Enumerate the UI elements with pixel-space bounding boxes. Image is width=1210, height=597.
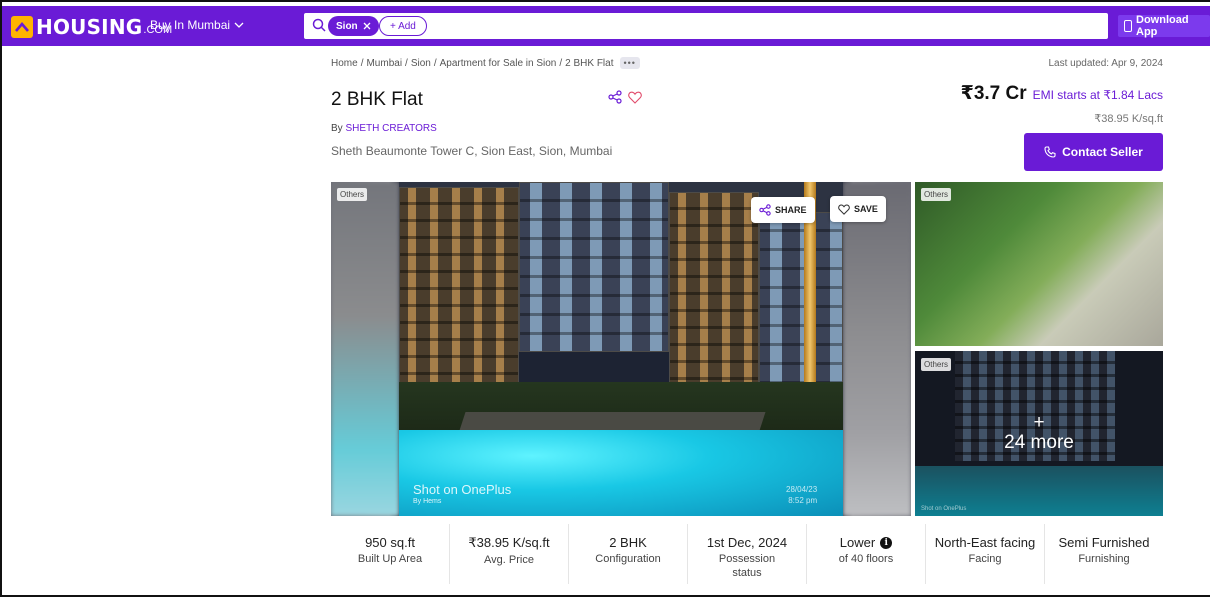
- feature-floor: Lower i of 40 floors: [807, 524, 926, 584]
- download-app-button[interactable]: Download App: [1118, 14, 1210, 38]
- share-photo-button[interactable]: SHARE: [751, 197, 815, 223]
- feature-label: Built Up Area: [357, 553, 423, 565]
- feature-built-up-area: 950 sq.ft Built Up Area: [331, 524, 450, 584]
- logo-text: HOUSING: [36, 15, 143, 39]
- photo-tower-center: [519, 182, 669, 352]
- breadcrumb-separator: /: [360, 57, 364, 69]
- feature-label: of 40 floors: [838, 553, 894, 565]
- price-per-sqft: ₹38.95 K/sq.ft: [1094, 113, 1163, 125]
- title-actions: [608, 90, 642, 104]
- feature-configuration: 2 BHK Configuration: [569, 524, 688, 584]
- last-updated: Last updated: Apr 9, 2024: [1048, 58, 1163, 69]
- main-photo[interactable]: Others SHARE SAVE Shot on OnePlus By Hem…: [331, 182, 911, 516]
- listing-price: ₹3.7 Cr: [960, 83, 1027, 104]
- price-row: ₹3.7 Cr EMI starts at ₹1.84 Lacs: [961, 82, 1163, 105]
- photo-category-tag: Others: [921, 188, 952, 201]
- contact-seller-button[interactable]: Contact Seller: [1024, 133, 1163, 171]
- info-icon[interactable]: i: [880, 536, 893, 549]
- byline-prefix: By: [331, 123, 343, 134]
- feature-facing: North-East facing Facing: [926, 524, 1045, 584]
- breadcrumb-apartments[interactable]: Apartment for Sale in Sion: [440, 58, 557, 69]
- feature-value: 1st Dec, 2024: [706, 535, 788, 550]
- search-chip-sion[interactable]: Sion: [328, 16, 379, 36]
- close-icon[interactable]: [363, 22, 371, 30]
- search-chip-label: Sion: [336, 20, 358, 32]
- photo-watermark: Shot on OnePlus By Hems: [413, 482, 511, 505]
- photo-tower-left: [399, 187, 519, 387]
- more-photos-plus: +: [1033, 412, 1045, 433]
- search-icon: [312, 18, 326, 32]
- feature-value: 950 sq.ft: [365, 535, 415, 550]
- heart-icon[interactable]: [628, 91, 642, 104]
- logo-mark-icon: [11, 16, 33, 38]
- city-selector[interactable]: Buy In Mumbai: [150, 18, 244, 32]
- housing-logo[interactable]: HOUSING .COM: [11, 15, 172, 39]
- feature-value: ₹38.95 K/sq.ft: [468, 535, 550, 550]
- photo-timestamp: 28/04/23 8:52 pm: [786, 484, 817, 506]
- share-icon[interactable]: [608, 90, 622, 104]
- photo-blur-right: [843, 182, 911, 516]
- contact-seller-label: Contact Seller: [1062, 145, 1143, 159]
- more-photos-tile[interactable]: Others + 24 more Shot on OnePlus: [915, 351, 1163, 516]
- feature-label: Avg. Price: [484, 554, 534, 566]
- photo-time: 8:52 pm: [788, 496, 818, 505]
- feature-value: 2 BHK: [609, 535, 647, 550]
- breadcrumb-separator: /: [433, 57, 437, 69]
- photo-watermark-device: Shot on OnePlus: [413, 482, 512, 497]
- feature-label: Possession status: [718, 553, 776, 579]
- feature-value: Semi Furnished: [1058, 535, 1150, 550]
- photo-blur-left: [331, 182, 399, 516]
- breadcrumb: Home / Mumbai / Sion / Apartment for Sal…: [331, 57, 640, 69]
- feature-value-row: Lower i: [807, 535, 925, 550]
- photo-date: 28/04/23: [786, 485, 818, 494]
- side-photo-watermark: Shot on OnePlus: [921, 506, 967, 512]
- more-photos-text: 24 more: [1004, 432, 1074, 453]
- breadcrumb-separator: /: [559, 57, 563, 69]
- add-location-chip[interactable]: + Add: [379, 16, 427, 36]
- download-app-label: Download App: [1136, 14, 1189, 38]
- key-features: 950 sq.ft Built Up Area ₹38.95 K/sq.ft A…: [331, 524, 1163, 584]
- building-pool-photo: [399, 182, 843, 516]
- top-navbar: HOUSING .COM Buy In Mumbai Sion + Add Do…: [2, 6, 1210, 46]
- breadcrumb-separator: /: [405, 57, 408, 69]
- breadcrumb-sion[interactable]: Sion: [411, 58, 431, 69]
- breadcrumb-current: 2 BHK Flat: [565, 57, 614, 69]
- feature-label: Furnishing: [1078, 553, 1130, 565]
- breadcrumb-mumbai[interactable]: Mumbai: [366, 58, 402, 69]
- developer-byline: By SHETH CREATORS: [331, 123, 437, 134]
- listing-address: Sheth Beaumonte Tower C, Sion East, Sion…: [331, 144, 613, 158]
- photo-category-tag: Others: [921, 358, 952, 371]
- search-bar[interactable]: Sion + Add: [304, 13, 1108, 39]
- feature-label: Configuration: [595, 553, 661, 565]
- developer-link[interactable]: SHETH CREATORS: [345, 123, 436, 134]
- breadcrumb-more-button[interactable]: •••: [619, 57, 640, 69]
- listing-title: 2 BHK Flat: [331, 89, 423, 110]
- photo-watermark-author: By Hems: [413, 498, 442, 505]
- phone-app-icon: [1124, 20, 1132, 32]
- save-photo-label: SAVE: [854, 204, 878, 214]
- save-photo-button[interactable]: SAVE: [830, 196, 886, 222]
- heart-icon: [838, 203, 850, 215]
- feature-possession: 1st Dec, 2024 Possession status: [688, 524, 807, 584]
- feature-label: Facing: [968, 553, 1002, 565]
- emi-link[interactable]: EMI starts at ₹1.84 Lacs: [1033, 88, 1163, 102]
- share-photo-label: SHARE: [775, 205, 807, 215]
- photo-tower-right: [669, 192, 759, 412]
- breadcrumb-home[interactable]: Home: [331, 58, 358, 69]
- chevron-down-icon: [234, 22, 244, 28]
- more-photos-count: + 24 more: [915, 413, 1163, 453]
- share-icon: [759, 204, 771, 216]
- side-photo-garden[interactable]: Others: [915, 182, 1163, 346]
- photo-category-tag: Others: [337, 188, 368, 201]
- feature-avg-price: ₹38.95 K/sq.ft Avg. Price: [450, 524, 569, 584]
- city-selector-label: Buy In Mumbai: [150, 18, 231, 32]
- phone-icon: [1044, 146, 1056, 158]
- feature-value: Lower: [839, 535, 876, 550]
- feature-furnishing: Semi Furnished Furnishing: [1045, 524, 1163, 584]
- feature-value: North-East facing: [934, 535, 1036, 550]
